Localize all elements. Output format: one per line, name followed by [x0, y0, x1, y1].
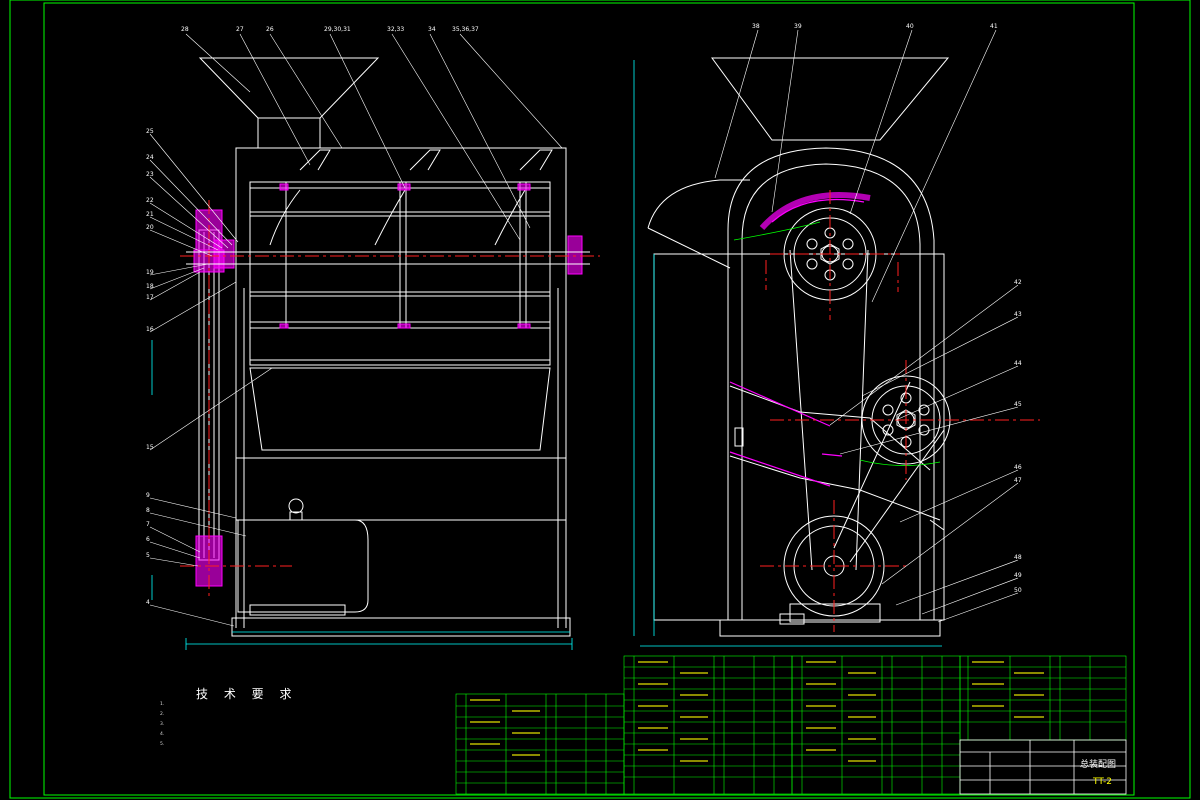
callout-6: 7	[146, 521, 150, 528]
callout-26: 26	[266, 26, 274, 33]
callout-41: 41	[990, 23, 998, 30]
side-dimensions	[633, 60, 942, 647]
callout-1: 4	[146, 599, 150, 606]
tech-note: 3.	[160, 722, 165, 727]
motor-lifting-eye	[288, 498, 304, 514]
side-centerlines	[760, 190, 1040, 632]
callout-18: 18	[146, 283, 154, 290]
hopper-neck	[257, 117, 321, 149]
tech-note: 4.	[160, 732, 165, 737]
callout-29-30-31: 29,30,31	[324, 26, 351, 33]
feed-hopper	[198, 57, 380, 119]
front-dimensions	[151, 340, 573, 650]
callout-21: 21	[146, 211, 154, 218]
callout-24: 24	[146, 154, 154, 161]
tech-note: 2.	[160, 712, 165, 717]
tech-note: 1.	[160, 702, 165, 707]
callout-47: 47	[1014, 477, 1022, 484]
screen-deck-5	[249, 359, 551, 366]
belt-lower	[833, 381, 911, 549]
side-leaders	[714, 29, 1019, 623]
callout-16: 16	[146, 326, 154, 333]
collection-trough	[249, 367, 551, 451]
callout-19: 19	[146, 269, 154, 276]
tech-requirements-title: 技 术 要 求	[196, 687, 298, 701]
front-centerlines	[180, 200, 600, 600]
front-callout-labels: 28 27 26 29,30,31 32,33 34 35,36,37 25 2…	[146, 26, 479, 606]
side-casing	[727, 147, 935, 621]
callout-9: 15	[146, 444, 154, 451]
front-view	[198, 57, 571, 637]
callout-7: 8	[146, 507, 150, 514]
callout-50: 50	[1014, 587, 1022, 594]
callout-46: 46	[1014, 464, 1022, 471]
callout-42: 42	[1014, 279, 1022, 286]
callout-32-33: 32,33	[387, 26, 404, 33]
callout-44: 44	[1014, 360, 1022, 367]
callout-5: 6	[146, 536, 150, 543]
assembly-drawing: 28 27 26 29,30,31 32,33 34 35,36,37 25 2…	[9, 0, 1191, 799]
side-callout-labels: 38 39 40 41 42 43 44 45 46 47 48 49 50	[752, 23, 1022, 594]
callout-4: 5	[146, 552, 150, 559]
tech-requirements-list: 1. 2. 3. 4. 5.	[160, 700, 164, 750]
callout-49: 49	[1014, 572, 1022, 579]
callout-40: 40	[906, 23, 914, 30]
base-frame	[231, 617, 571, 637]
callout-17: 17	[146, 294, 154, 301]
callout-22: 22	[146, 197, 154, 204]
fan-housing	[647, 179, 750, 229]
side-hopper	[711, 57, 950, 141]
callout-43: 43	[1014, 311, 1022, 318]
inner-frame	[43, 2, 1135, 796]
callout-25: 25	[146, 128, 154, 135]
parts-list	[455, 655, 1127, 795]
callout-38: 38	[752, 23, 760, 30]
side-cabinet	[653, 253, 945, 621]
callout-27: 27	[236, 26, 244, 33]
drawing-title: 总装配图	[1080, 760, 1117, 770]
callout-28: 28	[181, 26, 189, 33]
callout-39: 39	[794, 23, 802, 30]
drawing-code: TT-2	[1093, 777, 1112, 787]
callout-45: 45	[1014, 401, 1022, 408]
callout-34: 34	[428, 26, 436, 33]
callout-8: 9	[146, 492, 150, 499]
tech-note: 5.	[160, 742, 165, 747]
side-view	[647, 57, 951, 637]
callout-23: 23	[146, 171, 154, 178]
callout-20: 20	[146, 224, 154, 231]
callout-35-36-37: 35,36,37	[452, 26, 479, 33]
callout-48: 48	[1014, 554, 1022, 561]
